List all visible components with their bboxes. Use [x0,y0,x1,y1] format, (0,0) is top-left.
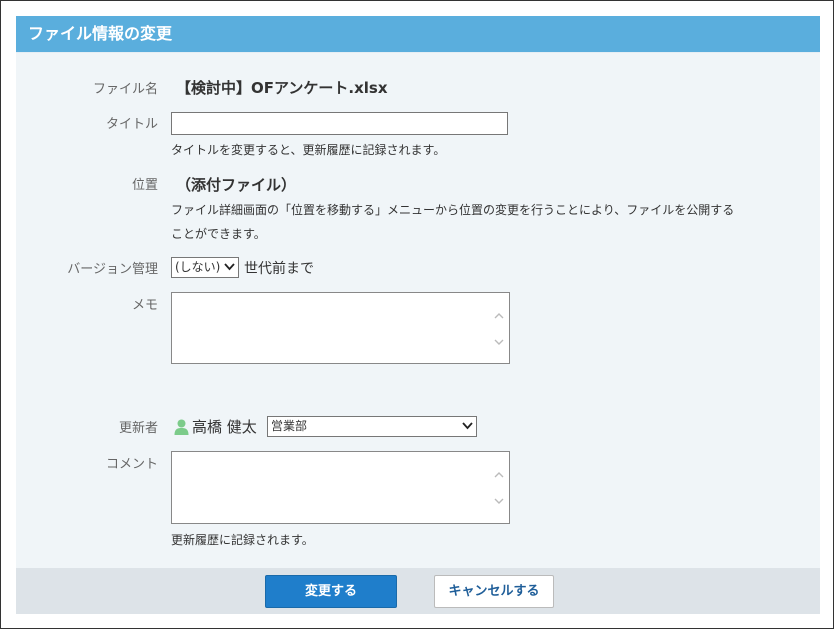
updater-name: 高橋 健太 [192,418,257,436]
scroll-down-icon[interactable] [493,495,505,507]
location-hint-line1: ファイル詳細画面の「位置を移動する」メニューから位置の変更を行うことにより、ファ… [171,203,735,217]
department-select-value: 営業部 [271,419,308,433]
file-name-label: ファイル名 [92,82,158,97]
version-select[interactable]: (しない) [171,257,239,278]
version-suffix: 世代前まで [244,261,314,277]
title-input[interactable] [171,112,508,135]
window-frame: ファイル情報の変更 ファイル名 【検討中】OFアンケート.xlsx タイトル タ… [0,0,834,629]
title-label: タイトル [105,117,158,132]
file-name-value: 【検討中】OFアンケート.xlsx [176,79,388,97]
location-label: 位置 [131,178,158,193]
location-value: （添付ファイル） [176,176,297,194]
memo-textarea[interactable] [171,292,510,364]
location-hint-line2: ことができます。 [171,227,266,241]
updater-label: 更新者 [118,421,158,436]
dialog-header: ファイル情報の変更 [16,16,820,53]
dialog-title: ファイル情報の変更 [28,24,173,43]
chevron-down-icon [224,263,235,271]
scroll-down-icon[interactable] [493,336,505,348]
cancel-button[interactable]: キャンセルする [434,575,554,608]
department-select[interactable]: 営業部 [267,416,477,437]
title-hint: タイトルを変更すると、更新履歴に記録されます。 [171,143,446,157]
comment-textarea[interactable] [171,451,510,524]
comment-hint: 更新履歴に記録されます。 [171,533,314,547]
file-info-dialog: ファイル情報の変更 ファイル名 【検討中】OFアンケート.xlsx タイトル タ… [16,16,820,614]
user-icon [174,419,189,435]
version-label: バージョン管理 [67,262,158,277]
dialog-footer: 変更する キャンセルする [16,568,820,614]
memo-label: メモ [131,298,158,313]
submit-button[interactable]: 変更する [265,575,397,608]
scroll-up-icon[interactable] [493,310,505,322]
scroll-up-icon[interactable] [493,469,505,481]
chevron-down-icon [462,422,473,430]
version-select-value: (しない) [175,260,221,274]
comment-label: コメント [105,457,158,472]
